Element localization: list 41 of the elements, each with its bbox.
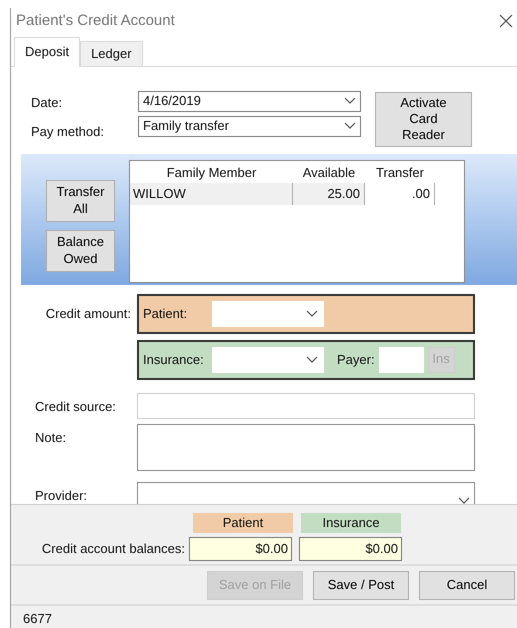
close-icon[interactable] — [499, 14, 513, 28]
patient-header: Patient — [193, 512, 293, 532]
credit-source-field[interactable] — [137, 392, 475, 418]
patient-label: Patient: — [143, 304, 188, 323]
note-label: Note: — [35, 428, 68, 446]
tab[interactable]: Deposit — [14, 36, 80, 66]
column-header: Available — [302, 164, 356, 182]
chevron-down-icon — [306, 356, 318, 364]
patient-balance-field: $0.00 — [189, 536, 292, 560]
insurance-amount-dropdown[interactable] — [212, 346, 324, 372]
chevron-down-icon — [306, 310, 318, 318]
column-header: Family Member — [166, 164, 258, 182]
balances-label: Credit account balances: — [40, 540, 186, 558]
insurance-header: Insurance — [301, 512, 401, 532]
action-button[interactable]: Save / Post — [313, 570, 409, 600]
action-button[interactable]: Cancel — [419, 570, 515, 600]
date-dropdown[interactable]: 4/16/2019 — [138, 90, 361, 112]
credit-source-label: Credit source: — [35, 398, 117, 416]
date-label: Date: — [31, 94, 64, 112]
provider-label: Provider: — [35, 486, 88, 504]
patient-amount-dropdown[interactable] — [212, 300, 324, 326]
chevron-down-icon — [344, 122, 356, 130]
payer-label: Payer: — [337, 350, 375, 369]
insurance-balance-field: $0.00 — [299, 536, 402, 560]
tab[interactable]: Ledger — [80, 40, 143, 66]
credit-amount-label: Credit amount: — [44, 304, 132, 322]
transfer-button[interactable]: Balance Owed — [46, 230, 115, 272]
status-text: 6677 — [23, 610, 52, 626]
activate-card-reader-button[interactable]: Activate Card Reader — [375, 92, 472, 146]
payer-field[interactable] — [378, 346, 424, 372]
table-cell: WILLOW — [130, 182, 293, 204]
chevron-down-icon — [344, 97, 356, 105]
pay-method-label: Pay method: — [31, 123, 105, 141]
transfer-button[interactable]: Transfer All — [46, 180, 115, 222]
note-field[interactable] — [137, 424, 475, 470]
pay-method-dropdown[interactable]: Family transfer — [138, 116, 361, 136]
chevron-down-icon — [458, 496, 470, 504]
insurance-label: Insurance: — [143, 350, 205, 369]
column-header: Transfer — [375, 164, 425, 182]
window-title: Patient's Credit Account — [16, 10, 175, 31]
table-cell: 25.00 — [293, 182, 365, 204]
